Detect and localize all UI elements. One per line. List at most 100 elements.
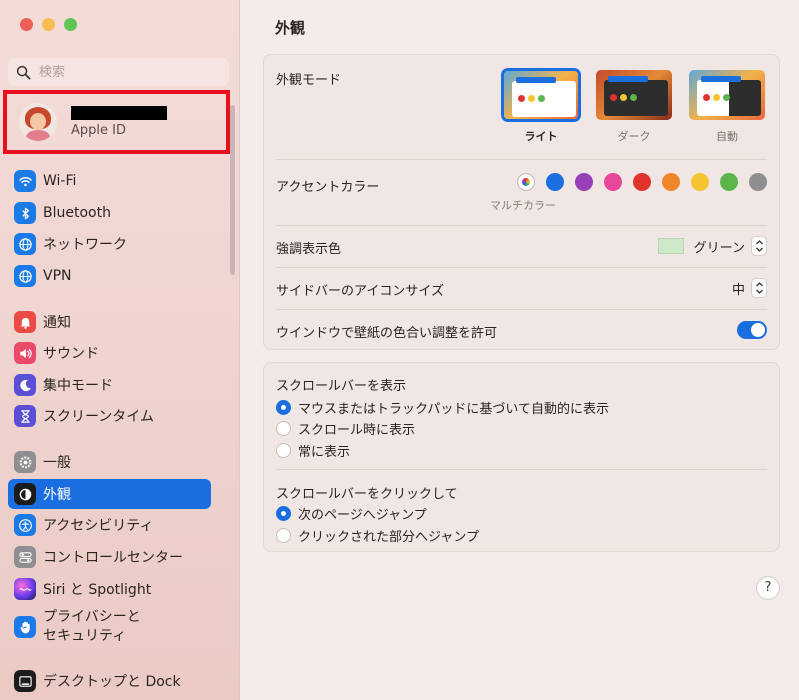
help-button[interactable]: ?: [756, 576, 780, 600]
scrollbar-settings-card: スクロールバーを表示 マウスまたはトラックパッドに基づいて自動的に表示 スクロー…: [263, 362, 780, 552]
sidebar-item-appearance[interactable]: 外観: [8, 479, 211, 509]
radio-scrollbar-when-scrolling[interactable]: スクロール時に表示: [276, 419, 415, 438]
sidebar-item-desktop-dock[interactable]: デスクトップと Dock: [8, 666, 211, 696]
radio-button[interactable]: [276, 506, 291, 521]
radio-scrollbar-always[interactable]: 常に表示: [276, 441, 350, 460]
search-icon: [16, 65, 31, 79]
sidebar-item-label: Bluetooth: [43, 205, 111, 221]
accent-green[interactable]: [720, 173, 738, 191]
close-window-button[interactable]: [20, 18, 33, 31]
appearance-mode-row: 外観モード ライト ダーク 自動: [264, 55, 779, 159]
main-pane: 外観 外観モード ライト ダーク 自動 アクセントカラー マルチカラー 強調表示…: [241, 0, 799, 700]
radio-jump-next-page[interactable]: 次のページへジャンプ: [276, 504, 427, 523]
avatar: [19, 103, 57, 141]
radio-button[interactable]: [276, 528, 291, 543]
bell-icon: [14, 311, 36, 333]
radio-button[interactable]: [276, 400, 291, 415]
sidebar-item-general[interactable]: 一般: [8, 447, 211, 477]
sidebar-item-focus[interactable]: 集中モード: [8, 370, 211, 400]
appearance-option-auto[interactable]: 自動: [687, 68, 767, 144]
radio-scrollbar-auto[interactable]: マウスまたはトラックパッドに基づいて自動的に表示: [276, 398, 609, 417]
radio-label: スクロール時に表示: [298, 423, 416, 438]
radio-label: 次のページへジャンプ: [298, 508, 427, 523]
sidebar-item-bluetooth[interactable]: Bluetooth: [8, 198, 211, 228]
hand-icon: [14, 616, 36, 638]
sidebar-item-sound[interactable]: サウンド: [8, 338, 211, 368]
highlight-color-row: 強調表示色 グリーン: [264, 225, 779, 267]
chevron-updown-icon: [755, 282, 763, 294]
sidebar-item-notifications[interactable]: 通知: [8, 307, 211, 337]
sidebar-item-accessibility[interactable]: アクセシビリティ: [8, 510, 211, 540]
page-title: 外観: [275, 19, 306, 37]
highlight-color-label: 強調表示色: [276, 242, 342, 257]
sidebar-item-label: 通知: [43, 315, 71, 331]
minimize-window-button[interactable]: [42, 18, 55, 31]
appearance-option-label: ダーク: [617, 130, 651, 143]
sidebar-item-label: コントロールセンター: [43, 550, 183, 566]
radio-button[interactable]: [276, 443, 291, 458]
wallpaper-tinting-toggle[interactable]: [737, 321, 767, 339]
sidebar-scrollbar[interactable]: [230, 105, 235, 275]
apple-id-account[interactable]: Apple ID: [3, 90, 230, 154]
dark-mode-preview[interactable]: [594, 68, 674, 122]
accent-blue[interactable]: [546, 173, 564, 191]
sidebar-item-label: デスクトップと Dock: [43, 674, 181, 690]
sidebar-item-control-center[interactable]: コントロールセンター: [8, 542, 211, 572]
sidebar-icon-size-value[interactable]: 中: [732, 279, 745, 298]
highlight-color-value[interactable]: グリーン: [694, 237, 745, 256]
apple-id-label: Apple ID: [71, 123, 126, 138]
radio-jump-clicked-spot[interactable]: クリックされた部分へジャンプ: [276, 526, 479, 545]
show-scrollbars-label: スクロールバーを表示: [276, 379, 407, 394]
sidebar-icon-size-label: サイドバーのアイコンサイズ: [276, 284, 444, 299]
accent-yellow[interactable]: [691, 173, 709, 191]
appearance-option-label: ライト: [524, 130, 558, 143]
siri-icon: [14, 578, 36, 600]
sidebar-item-label: VPN: [43, 268, 72, 284]
appearance-mode-label: 外観モード: [276, 73, 342, 88]
highlight-color-stepper[interactable]: [751, 236, 767, 256]
appearance-option-light[interactable]: ライト: [501, 68, 581, 144]
accent-graphite[interactable]: [749, 173, 767, 191]
sidebar-item-label: Wi-Fi: [43, 173, 77, 189]
auto-mode-preview[interactable]: [687, 68, 767, 122]
radio-label: クリックされた部分へジャンプ: [298, 530, 479, 545]
sidebar-item-label: アクセシビリティ: [43, 518, 154, 534]
accent-red[interactable]: [633, 173, 651, 191]
appearance-option-label: 自動: [716, 130, 738, 143]
accent-color-row: アクセントカラー マルチカラー: [264, 159, 779, 225]
accent-color-picker: [517, 173, 767, 191]
sidebar-item-privacy-security[interactable]: プライバシーと セキュリティ: [8, 606, 211, 646]
sidebar-item-screen-time[interactable]: スクリーンタイム: [8, 401, 211, 431]
sidebar-item-siri-spotlight[interactable]: Siri と Spotlight: [8, 574, 211, 604]
sidebar-item-label: スクリーンタイム: [43, 409, 155, 425]
light-mode-preview[interactable]: [501, 68, 581, 122]
highlight-color-swatch: [658, 238, 684, 254]
vpn-globe-icon: [14, 265, 36, 287]
sidebar-item-label: 集中モード: [43, 378, 113, 394]
accent-purple[interactable]: [575, 173, 593, 191]
appearance-icon: [14, 483, 36, 505]
sidebar-item-label: プライバシーと セキュリティ: [43, 608, 141, 646]
accent-pink[interactable]: [604, 173, 622, 191]
chevron-updown-icon: [755, 240, 763, 252]
radio-label: 常に表示: [298, 445, 351, 460]
accent-multicolor[interactable]: [517, 173, 535, 191]
privacy-label-line2: セキュリティ: [43, 628, 127, 644]
sidebar-search[interactable]: [8, 58, 229, 86]
sidebar-icon-size-stepper[interactable]: [751, 278, 767, 298]
appearance-option-dark[interactable]: ダーク: [594, 68, 674, 144]
control-center-icon: [14, 546, 36, 568]
search-input[interactable]: [39, 64, 219, 80]
bluetooth-icon: [14, 202, 36, 224]
sidebar-item-label: ネットワーク: [43, 237, 127, 253]
sidebar-item-network[interactable]: ネットワーク: [8, 229, 211, 259]
zoom-window-button[interactable]: [64, 18, 77, 31]
accessibility-icon: [14, 514, 36, 536]
sidebar-item-wifi[interactable]: Wi-Fi: [8, 166, 211, 196]
accent-orange[interactable]: [662, 173, 680, 191]
radio-button[interactable]: [276, 421, 291, 436]
dock-icon: [14, 670, 36, 692]
accent-selected-caption: マルチカラー: [490, 199, 556, 212]
sidebar: Apple ID Wi-Fi Bluetooth ネットワーク VPN 通知: [0, 0, 240, 700]
sidebar-item-vpn[interactable]: VPN: [8, 261, 211, 291]
